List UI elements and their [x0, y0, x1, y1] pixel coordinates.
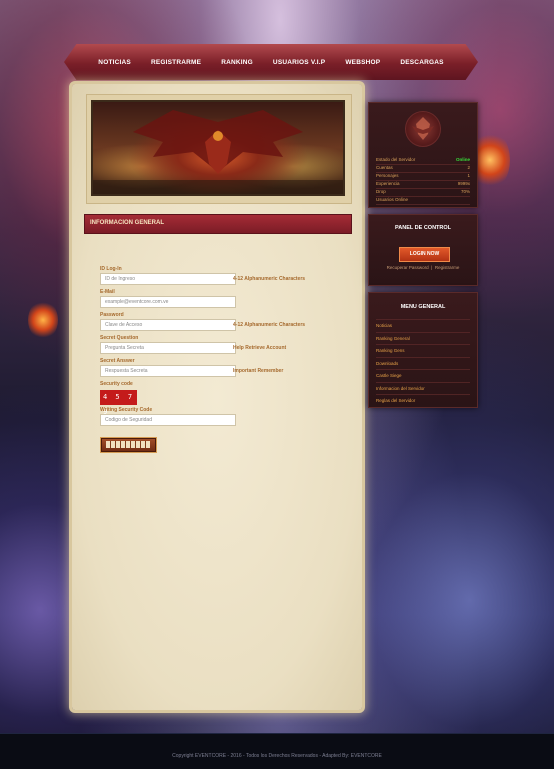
status-row: Personajes 1 — [376, 173, 470, 181]
status-row: Usuarios Online — [376, 197, 470, 205]
answer-hint: Important Remember — [233, 368, 284, 374]
security-code-label: Security code — [100, 381, 133, 387]
control-panel-box: PANEL DE CONTROL LOGIN NOW Recuperar Pas… — [368, 214, 478, 286]
nav-usuarios-vip[interactable]: USUARIOS V.I.P — [273, 59, 325, 66]
login-button[interactable]: LOGIN NOW — [399, 247, 450, 262]
status-row-label: Drop — [376, 189, 386, 194]
submit-button[interactable] — [100, 437, 157, 453]
id-label: ID Log-In — [100, 266, 122, 272]
password-label: Password — [100, 312, 124, 318]
server-status-box: Estado del Servidor Online Cuentas 2 Per… — [368, 102, 478, 208]
question-hint: Help Retrieve Account — [233, 345, 287, 351]
footer-copyright: Copyright EVENTCORE - 2016 - Todos los D… — [172, 753, 382, 759]
id-input[interactable]: ID de Ingreso — [100, 273, 236, 285]
menu-list: Noticias Ranking General Ranking Gens Do… — [376, 319, 470, 407]
status-row: Estado del Servidor Online — [376, 157, 470, 165]
email-input[interactable]: example@eventcore.com.ve — [100, 296, 236, 308]
menu-item-noticias[interactable]: Noticias — [376, 319, 470, 332]
status-row: Cuentas 2 — [376, 165, 470, 173]
menu-item-info-servidor[interactable]: Informacion del Servidor — [376, 381, 470, 395]
answer-input[interactable]: Respuesta Secreta — [100, 365, 236, 377]
status-row-value: 1 — [467, 173, 470, 178]
general-menu-box: MENU GENERAL Noticias Ranking General Ra… — [368, 292, 478, 408]
status-row-label: Experiencia — [376, 181, 400, 186]
answer-label: Secret Answer — [100, 358, 135, 364]
submit-button-graphic — [106, 441, 150, 448]
menu-item-ranking-gens[interactable]: Ranking Gens — [376, 344, 470, 357]
status-row-label: Cuentas — [376, 165, 393, 170]
nav-registrarme[interactable]: REGISTRARME — [151, 59, 201, 66]
footer: Copyright EVENTCORE - 2016 - Todos los D… — [0, 733, 554, 769]
writing-code-input[interactable]: Codigo de Seguridad — [100, 414, 236, 426]
section-title: INFORMACION GENERAL — [90, 220, 164, 226]
question-label: Secret Question — [100, 335, 139, 341]
status-row-value: 70% — [460, 189, 470, 194]
status-row-label: Estado del Servidor — [376, 157, 416, 162]
menu-title: MENU GENERAL — [400, 304, 446, 310]
nav-ranking[interactable]: RANKING — [221, 59, 253, 66]
main-content-panel: INFORMACION GENERAL ID Log-In ID de Ingr… — [72, 84, 362, 710]
nav-webshop[interactable]: WEBSHOP — [345, 59, 380, 66]
status-row-value: Online — [455, 157, 470, 162]
panel-title: PANEL DE CONTROL — [394, 225, 452, 231]
recover-password-link[interactable]: Recuperar Password — [387, 265, 429, 270]
id-hint: 4-12 Alphanumeric Characters — [233, 276, 306, 282]
menu-item-downloads[interactable]: Downloads — [376, 356, 470, 370]
security-code-image: 4 5 7 9 — [100, 390, 137, 416]
status-row: Experiencia 9999x — [376, 181, 470, 189]
status-row-label: Personajes — [376, 173, 399, 178]
email-label: E-Mail — [100, 289, 115, 295]
banner-frame — [86, 94, 352, 204]
register-link[interactable]: Registrarme — [435, 265, 460, 270]
panel-links: Recuperar Password | Registrarme — [369, 265, 477, 270]
menu-item-reglas[interactable]: Reglas del Servidor — [376, 394, 470, 407]
question-input[interactable]: Pregunta Secreta — [100, 342, 236, 354]
fire-effect — [28, 300, 58, 340]
status-row-value: 9999x — [457, 181, 470, 186]
status-row: Drop 70% — [376, 189, 470, 197]
password-input[interactable]: Clave de Acceso — [100, 319, 236, 331]
menu-item-castle-siege[interactable]: Castle Siege — [376, 369, 470, 382]
banner-dragon-image — [91, 100, 345, 196]
link-separator: | — [431, 265, 433, 270]
writing-code-label: Writing Security Code — [100, 407, 153, 413]
guild-emblem-icon — [405, 111, 441, 147]
password-hint: 4-12 Alphanumeric Characters — [233, 322, 306, 328]
section-header: INFORMACION GENERAL — [84, 214, 352, 234]
nav-descargas[interactable]: DESCARGAS — [400, 59, 443, 66]
status-row-label: Usuarios Online — [376, 197, 409, 202]
status-row-value: 2 — [467, 165, 470, 170]
menu-item-ranking-general[interactable]: Ranking General — [376, 331, 470, 345]
top-navigation: NOTICIAS REGISTRARME RANKING USUARIOS V.… — [64, 44, 478, 80]
nav-noticias[interactable]: NOTICIAS — [98, 59, 131, 66]
